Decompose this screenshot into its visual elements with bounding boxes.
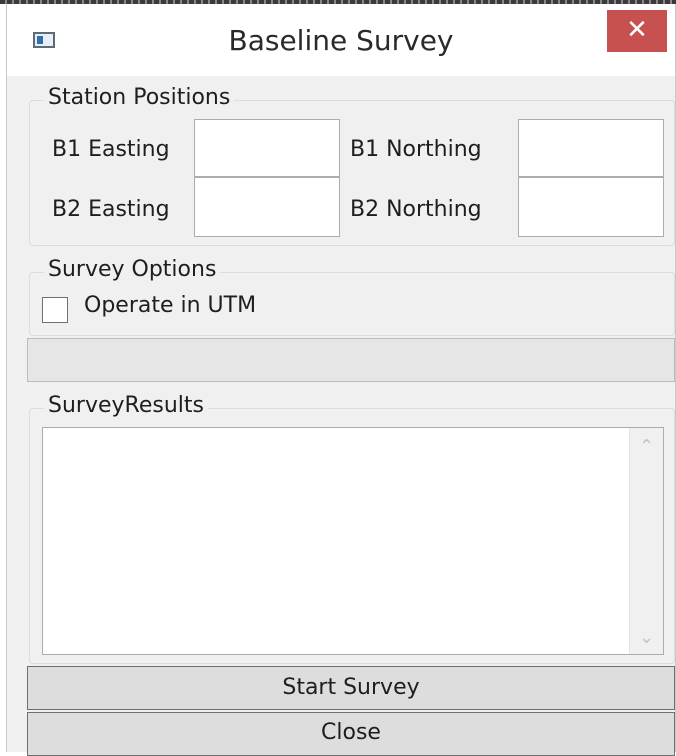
survey-options-group: Survey Options Operate in UTM xyxy=(29,257,675,336)
b1-easting-label: B1 Easting xyxy=(52,137,170,162)
chevron-down-icon[interactable]: ⌄ xyxy=(630,627,663,648)
survey-progress-bar xyxy=(27,338,675,382)
chevron-up-icon[interactable]: ⌃ xyxy=(630,436,663,457)
b2-northing-field[interactable] xyxy=(518,177,664,237)
close-window-button[interactable]: ✕ xyxy=(607,10,667,52)
station-positions-legend: Station Positions xyxy=(44,85,235,110)
results-vertical-scrollbar[interactable]: ⌃ ⌄ xyxy=(629,428,663,654)
title-bar[interactable]: Baseline Survey ✕ xyxy=(7,4,675,76)
operate-utm-checkbox[interactable] xyxy=(42,297,68,323)
start-survey-button[interactable]: Start Survey xyxy=(27,666,675,710)
survey-options-legend: Survey Options xyxy=(44,257,221,282)
b2-easting-field[interactable] xyxy=(194,177,340,237)
b1-northing-field[interactable] xyxy=(518,119,664,177)
window-title: Baseline Survey xyxy=(228,24,454,57)
survey-results-textbox[interactable]: ⌃ ⌄ xyxy=(42,427,664,655)
operate-utm-label[interactable]: Operate in UTM xyxy=(84,293,256,318)
b1-northing-label: B1 Northing xyxy=(350,137,482,162)
station-positions-group: Station Positions B1 Easting B1 Northing… xyxy=(29,85,675,246)
close-icon: ✕ xyxy=(626,15,648,45)
b1-easting-field[interactable] xyxy=(194,119,340,177)
baseline-survey-window: Baseline Survey ✕ Station Positions B1 E… xyxy=(6,4,676,756)
b2-northing-label: B2 Northing xyxy=(350,197,482,222)
close-button[interactable]: Close xyxy=(27,712,675,756)
survey-results-legend: SurveyResults xyxy=(44,393,208,418)
survey-results-group: SurveyResults ⌃ ⌄ xyxy=(29,393,675,664)
b2-easting-label: B2 Easting xyxy=(52,197,170,222)
